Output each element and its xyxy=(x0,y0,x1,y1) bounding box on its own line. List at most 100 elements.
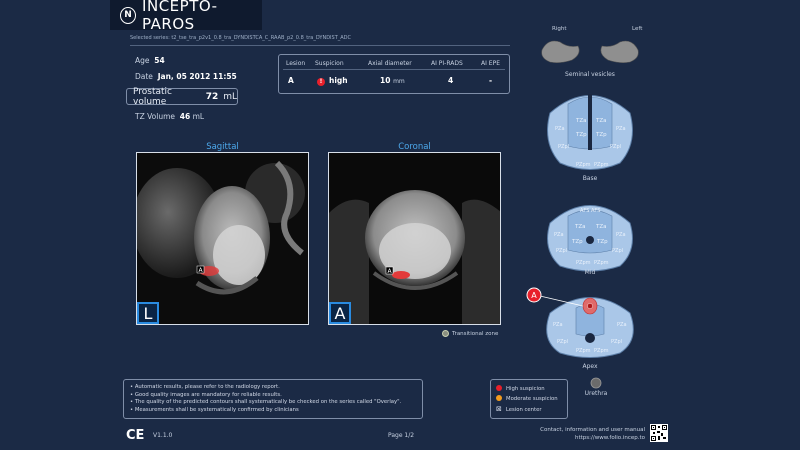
base-pzpm-right: PZpm xyxy=(594,162,609,168)
coronal-title: Coronal xyxy=(398,142,431,152)
contact-line: Contact, information and user manual xyxy=(540,427,645,433)
date-row: Date Jan, 05 2012 11:55 xyxy=(135,72,237,81)
base-tzp-left: TZp xyxy=(575,132,587,138)
app-logo: N INCEPTO-PAROS xyxy=(110,0,262,33)
orientation-left-badge: L xyxy=(137,302,159,324)
age-value: 54 xyxy=(154,56,165,65)
mid-tzp-left: TZp xyxy=(571,239,583,245)
version-label: V1.1.0 xyxy=(153,432,173,439)
tz-volume-row: TZ Volume 46 mL xyxy=(135,112,204,121)
table-divider xyxy=(283,69,505,70)
seminal-vesicles-label: Seminal vesicles xyxy=(565,71,615,78)
apex-pza-left: PZa xyxy=(553,322,563,328)
disclaimer-notes: Automatic results, please refer to the r… xyxy=(123,379,423,419)
legend-center: ⊠ Lesion center xyxy=(496,405,542,413)
sagittal-mri: A xyxy=(137,153,308,324)
coronal-mri: A xyxy=(329,153,500,324)
apex-pzpl-left: PZpl xyxy=(557,339,568,345)
urethra-icon xyxy=(590,377,602,389)
mid-tza-left: TZa xyxy=(574,224,586,230)
mid-pzpl-left: PZpl xyxy=(556,248,567,254)
col-suspicion: Suspicion xyxy=(315,60,344,67)
apex-section: PZa PZa PZpl PZpl PZpm PZpm Apex A xyxy=(526,287,634,370)
high-suspicion-dot-icon xyxy=(496,385,502,391)
note-item: The quality of the predicted contours sh… xyxy=(130,399,416,407)
pv-unit: mL xyxy=(223,91,237,102)
sagittal-title: Sagittal xyxy=(206,142,239,152)
tz-unit: mL xyxy=(192,112,205,121)
urethra-label: Urethra xyxy=(584,390,608,397)
note-item: Measurements shall be systematically con… xyxy=(130,407,416,415)
pv-label: Prostatic volume xyxy=(133,86,172,107)
mid-section: AFS AFS TZa TZa TZp TZp PZa PZa PZpl PZp… xyxy=(547,205,633,276)
mid-pza-right: PZa xyxy=(616,232,626,238)
pirads-value: 4 xyxy=(448,76,454,85)
base-section: TZa TZa TZp TZp PZa PZa PZpl PZpl PZpm P… xyxy=(547,94,633,182)
apex-pza-right: PZa xyxy=(617,322,627,328)
base-pzpm-left: PZpm xyxy=(576,162,591,168)
note-item: Automatic results, please refer to the r… xyxy=(130,384,416,392)
orientation-anterior-badge: A xyxy=(329,302,351,324)
base-pzpl-left: PZpl xyxy=(558,144,569,150)
mid-pzpl-right: PZpl xyxy=(612,248,623,254)
coronal-image[interactable]: A xyxy=(328,152,501,325)
mid-pzpm-left: PZpm xyxy=(576,260,591,266)
suspicion-value: high xyxy=(329,76,348,85)
suspicion-cell: ! high xyxy=(317,76,348,86)
ce-mark: CE xyxy=(126,428,145,443)
lesion-id: A xyxy=(288,76,294,85)
contact-url[interactable]: https://www.folio.incep.to xyxy=(530,434,645,442)
base-tza-right: TZa xyxy=(595,118,607,124)
alert-icon: ! xyxy=(317,78,325,86)
col-pirads: AI PI-RADS xyxy=(431,60,463,67)
col-lesion: Lesion xyxy=(286,60,306,67)
apex-pzpl-right: PZpl xyxy=(611,339,622,345)
moderate-suspicion-dot-icon xyxy=(496,395,502,401)
contact-info: Contact, information and user manual htt… xyxy=(530,426,645,442)
col-epe: AI EPE xyxy=(481,60,500,67)
left-label: Left xyxy=(632,26,643,32)
date-value: Jan, 05 2012 11:55 xyxy=(157,72,237,81)
base-pzpl-right: PZpl xyxy=(610,144,621,150)
legend-high: High suspicion xyxy=(496,384,562,394)
diameter-unit: mm xyxy=(393,78,405,85)
tz-color-icon xyxy=(442,330,449,337)
diameter-cell: 10 mm xyxy=(380,76,405,85)
transitional-zone-legend: Transitional zone xyxy=(442,330,498,337)
apex-label: Apex xyxy=(582,363,597,370)
mid-afs-left: AFS xyxy=(580,208,589,214)
base-tza-left: TZa xyxy=(575,118,587,124)
tz-legend-label: Transitional zone xyxy=(452,330,499,337)
col-axial-diameter: Axial diameter xyxy=(368,60,412,67)
mid-tzp-right: TZp xyxy=(596,239,608,245)
base-tzp-right: TZp xyxy=(595,132,607,138)
prostate-sector-map: Right Left Seminal vesicles TZa TZa TZp … xyxy=(526,26,643,389)
legend-moderate: Moderate suspicion xyxy=(496,394,562,404)
suspicion-legend: High suspicion Moderate suspicion ⊠ Lesio… xyxy=(490,379,568,419)
mid-tza-right: TZa xyxy=(595,224,607,230)
apex-pzpm-right: PZpm xyxy=(594,348,609,354)
tz-value: 46 xyxy=(179,112,191,121)
left-seminal-vesicle xyxy=(600,40,639,63)
note-item: Good quality images are mandatory for re… xyxy=(130,392,416,400)
prostatic-volume-box: Prostatic volume 72 mL xyxy=(126,86,238,107)
selected-series: Selected series: t2_tse_tra_p2v1_0.8_tra… xyxy=(130,35,510,46)
page-indicator: Page 1/2 xyxy=(388,432,415,439)
base-pza-left: PZa xyxy=(555,126,565,132)
date-label: Date xyxy=(135,72,153,81)
mid-afs-right: AFS xyxy=(591,208,600,214)
mid-pza-left: PZa xyxy=(554,232,564,238)
mid-label: Mid xyxy=(585,269,596,276)
qr-code-icon[interactable] xyxy=(650,424,668,442)
right-seminal-vesicle xyxy=(541,40,580,63)
mid-pzpm-right: PZpm xyxy=(594,260,609,266)
app-title: INCEPTO-PAROS xyxy=(142,0,218,33)
right-label: Right xyxy=(552,26,567,32)
sagittal-image[interactable]: A xyxy=(136,152,309,325)
lesion-a-callout-label: A xyxy=(531,291,537,300)
pv-value: 72 xyxy=(205,91,219,102)
apex-pzpm-left: PZpm xyxy=(576,348,591,354)
age-label: Age xyxy=(135,56,150,65)
age-row: Age 54 xyxy=(135,56,165,65)
lesion-center-icon: ⊠ xyxy=(496,405,502,413)
